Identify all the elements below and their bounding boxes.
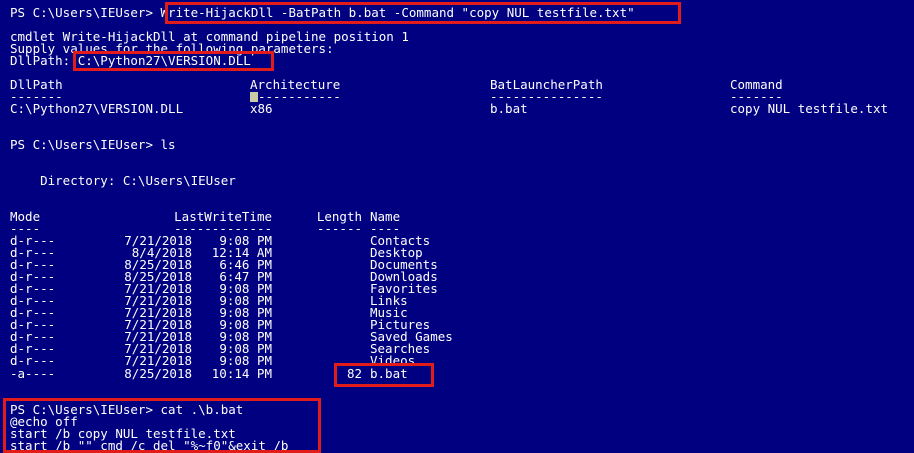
result-value-architecture: x86 xyxy=(250,101,273,116)
directory-line: Directory: C:\Users\IEUser xyxy=(10,173,236,188)
dllpath-label: DllPath: xyxy=(10,53,78,68)
prompt-text: PS C:\Users\IEUser> xyxy=(10,5,161,20)
ls-length: 82 xyxy=(346,366,362,381)
cat-line: start /b "" cmd /c del "%~f0"&exit /b xyxy=(10,438,289,453)
prompt-line-1: PS C:\Users\IEUser> Write-HijackDll -Bat… xyxy=(10,5,635,20)
ls-mode: -a---- xyxy=(10,366,56,381)
ls-name: b.bat xyxy=(370,366,408,381)
ls-time: 10:14 PM xyxy=(211,366,272,381)
ls-divider-length: ------ xyxy=(316,221,362,236)
dllpath-value: C:\Python27\VERSION.DLL xyxy=(77,53,251,68)
dllpath-prompt-line: DllPath: C:\Python27\VERSION.DLL xyxy=(10,53,251,68)
command-text: Write-HijackDll -BatPath b.bat -Command … xyxy=(160,5,635,20)
prompt-line-2: PS C:\Users\IEUser> ls xyxy=(10,137,176,152)
result-value-batlauncherpath: b.bat xyxy=(490,101,528,116)
result-value-command: copy NUL testfile.txt xyxy=(730,101,889,116)
result-value-dllpath: C:\Python27\VERSION.DLL xyxy=(10,101,184,116)
powershell-console[interactable]: PS C:\Users\IEUser> Write-HijackDll -Bat… xyxy=(0,0,914,453)
ls-date: 8/25/2018 xyxy=(124,366,192,381)
